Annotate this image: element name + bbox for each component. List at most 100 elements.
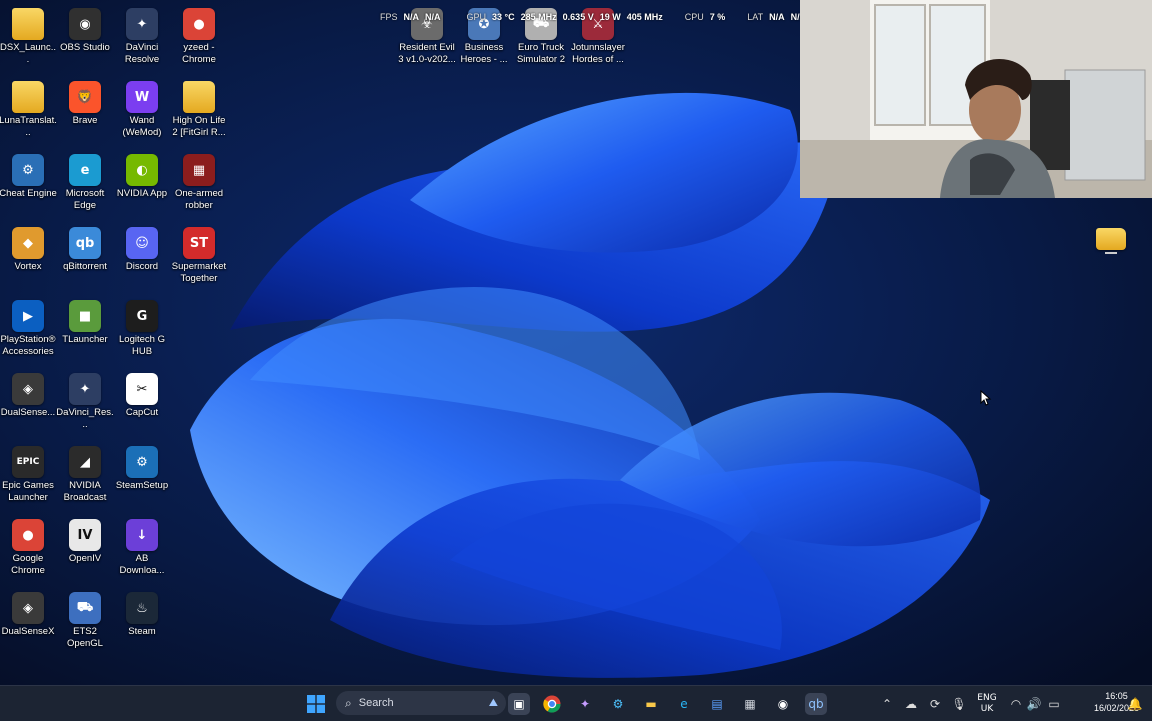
app-icon: ◈ <box>12 373 44 405</box>
language-code: ENG <box>977 693 997 703</box>
desktop-icon-label: OBS Studio <box>60 42 110 53</box>
tray-microphone[interactable]: 🎙 <box>948 693 970 715</box>
desktop-icon-label: Logitech G HUB <box>119 334 165 357</box>
desktop-icon[interactable]: ⚙ Cheat Engine <box>0 152 57 200</box>
tray-volume[interactable]: 🔊 <box>1023 693 1045 715</box>
desktop-icon[interactable]: ◐ NVIDIA App <box>113 152 171 200</box>
desktop-icon-label: Euro Truck Simulator 2 <box>516 42 566 65</box>
app-icon: ✂ <box>126 373 158 405</box>
gpu-clock: 285 MHz <box>520 12 557 22</box>
desktop-icon[interactable]: ✦ DaVinci_Res... <box>56 371 114 431</box>
app-icon: ◐ <box>126 154 158 186</box>
wifi-icon: ◠ <box>1010 697 1022 711</box>
desktop-icon-label: Resident Evil 3 v1.0-v202... <box>398 42 456 65</box>
desktop-icon[interactable]: W Wand (WeMod) <box>113 79 171 139</box>
desktop-icon[interactable]: ◢ NVIDIA Broadcast <box>56 444 114 504</box>
desktop-icon[interactable]: ◉ OBS Studio <box>56 6 114 54</box>
app-icon: qb <box>69 227 101 259</box>
desktop-icon[interactable]: ☺ Discord <box>113 225 171 273</box>
tray-onedrive[interactable]: ☁ <box>900 693 922 715</box>
cpu-label: CPU <box>684 12 704 22</box>
gpu-label: GPU <box>466 12 487 22</box>
desktop-icon-label: TLauncher <box>62 334 108 345</box>
desktop-icon-label: DaVinci_Res... <box>56 407 114 430</box>
app-icon: 🦁 <box>69 81 101 113</box>
app-icon: ☺ <box>126 227 158 259</box>
cheat-engine-icon: ⚙ <box>612 697 624 711</box>
desktop-icon[interactable]: DSX_Launc... <box>0 6 57 66</box>
taskbar-obs[interactable]: ◉ <box>772 693 794 715</box>
desktop-icon[interactable]: ● yzeed - Chrome <box>170 6 228 66</box>
desktop-icon-label: qBittorrent <box>63 261 107 272</box>
desktop-icon[interactable]: ⛟ ETS2 OpenGL <box>56 590 114 650</box>
desktop-icon[interactable]: ST Supermarket Together <box>170 225 228 285</box>
tray-battery[interactable]: ▭ <box>1043 693 1065 715</box>
desktop-icon[interactable]: ↓ AB Downloa... <box>113 517 171 577</box>
folder-icon <box>183 81 215 113</box>
desktop-icon-label: AB Downloa... <box>119 553 165 576</box>
taskbar-edge[interactable]: e <box>673 693 695 715</box>
notification-button[interactable]: 🔔 <box>1124 693 1146 715</box>
desktop-icon-label: NVIDIA App <box>116 188 168 199</box>
desktop-icon[interactable]: ● Google Chrome <box>0 517 57 577</box>
app-icon: e <box>69 154 101 186</box>
desktop-icon[interactable]: High On Life 2 [FitGirl R... <box>170 79 228 139</box>
desktop-icon[interactable]: IV OpenIV <box>56 517 114 565</box>
desktop-icon[interactable]: ■ TLauncher <box>56 298 114 346</box>
cpu-value: 7 % <box>709 12 726 22</box>
desktop-icon[interactable]: LunaTranslat... <box>0 79 57 139</box>
tray-sync[interactable]: ⟳ <box>924 693 946 715</box>
desktop-icon[interactable]: qb qBittorrent <box>56 225 114 273</box>
desktop-icon[interactable]: e Microsoft Edge <box>56 152 114 212</box>
desktop-icon-label: DualSenseX <box>1 626 55 637</box>
desktop-icon-label: CapCut <box>125 407 159 418</box>
taskbar-davinci[interactable]: ✦ <box>574 693 596 715</box>
mouse-cursor-icon <box>980 390 992 406</box>
desktop-icon-label: High On Life 2 [FitGirl R... <box>172 115 226 138</box>
folder-label-placeholder <box>1105 252 1117 254</box>
language-indicator[interactable]: ENG UK <box>974 693 1000 715</box>
lat-label: LAT <box>747 12 764 22</box>
desktop-icon-label: Epic Games Launcher <box>2 480 54 503</box>
desktop-icon[interactable]: ▦ One-armed robber <box>170 152 228 212</box>
taskbar-store[interactable]: ▤ <box>706 693 728 715</box>
store-icon: ▤ <box>711 697 723 711</box>
desktop-icon[interactable]: G Logitech G HUB <box>113 298 171 358</box>
taskbar-chrome[interactable] <box>541 693 563 715</box>
app-icon: ● <box>12 519 44 551</box>
task-view-button[interactable]: ▣ <box>508 693 530 715</box>
cloud-icon: ☁ <box>905 697 917 711</box>
desktop-icon-label: DualSense... <box>0 407 56 418</box>
app-icon: ✦ <box>126 8 158 40</box>
desktop-icon[interactable]: 🦁 Brave <box>56 79 114 127</box>
desktop-icon[interactable]: ◈ DualSenseX <box>0 590 57 638</box>
desktop-icon-label: One-armed robber <box>174 188 224 211</box>
keyboard-layout: UK <box>980 704 994 714</box>
search-icon: ⌕ <box>345 695 352 710</box>
desktop-icon[interactable]: ✦ DaVinci Resolve <box>113 6 171 66</box>
tray-overflow-button[interactable]: ⌃ <box>876 693 898 715</box>
desktop-icon[interactable]: ▶ PlayStation® Accessories <box>0 298 57 358</box>
desktop-icon[interactable]: ◈ DualSense... <box>0 371 57 419</box>
desktop-folder-icon-right[interactable] <box>1082 226 1140 256</box>
fps-value: N/A <box>403 12 420 22</box>
taskbar-qbittorrent[interactable]: qb <box>805 693 827 715</box>
app-icon: ◆ <box>12 227 44 259</box>
app-icon: ⛟ <box>69 592 101 624</box>
desktop-icon[interactable]: ⚙ SteamSetup <box>113 444 171 492</box>
desktop-icon[interactable]: ♨ Steam <box>113 590 171 638</box>
desktop-icon[interactable]: ◆ Vortex <box>0 225 57 273</box>
folder-icon <box>12 8 44 40</box>
start-button[interactable] <box>305 693 327 715</box>
desktop-icon-label: Business Heroes - ... <box>460 42 508 65</box>
desktop-icon[interactable]: ✂ CapCut <box>113 371 171 419</box>
sync-icon: ⟳ <box>929 697 941 711</box>
taskbar-calculator[interactable]: ▦ <box>739 693 761 715</box>
folder-icon: ▬ <box>645 697 657 711</box>
taskbar-file-explorer[interactable]: ▬ <box>640 693 662 715</box>
search-placeholder: Search <box>358 697 394 709</box>
taskbar-search-box[interactable]: ⌕ Search ⛰ <box>336 691 506 715</box>
taskbar-cheat-engine[interactable]: ⚙ <box>607 693 629 715</box>
calculator-icon: ▦ <box>744 697 756 711</box>
desktop-icon[interactable]: EPIC Epic Games Launcher <box>0 444 57 504</box>
